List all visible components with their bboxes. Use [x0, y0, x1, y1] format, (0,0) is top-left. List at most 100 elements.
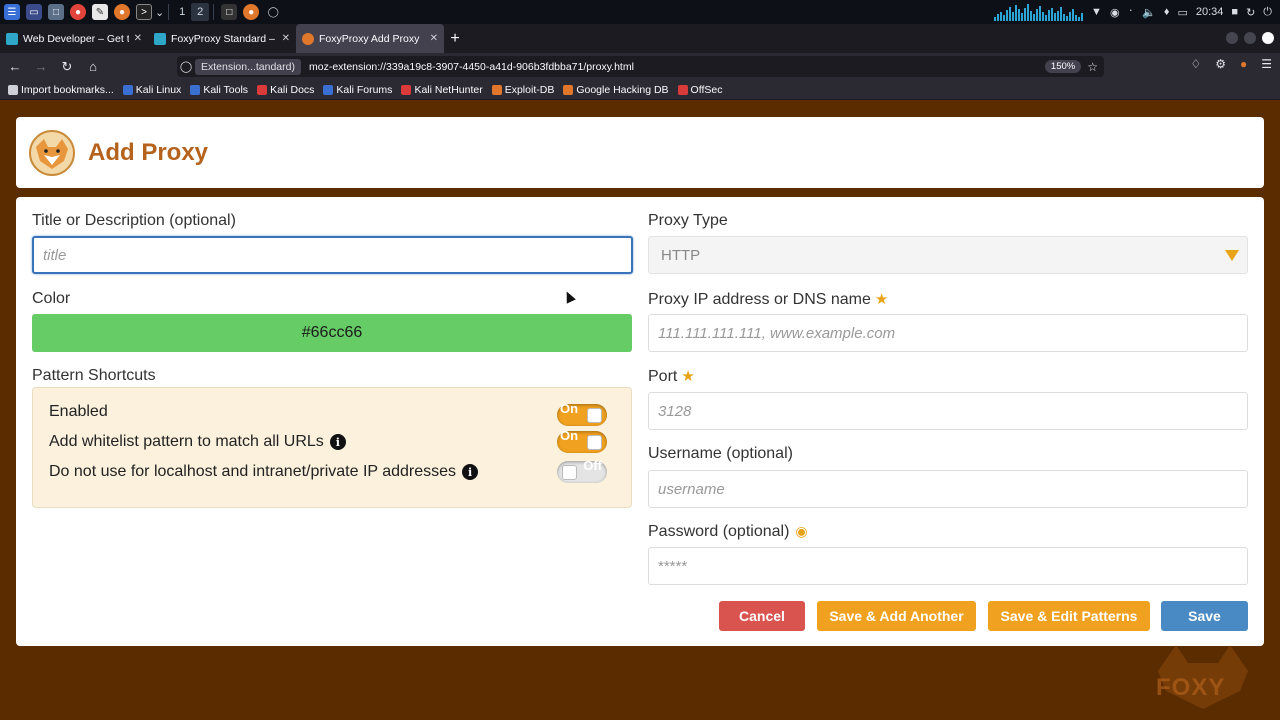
password-label: Password (optional) ◉ — [648, 523, 808, 541]
bookmark-item[interactable]: Exploit-DB — [491, 84, 554, 96]
cancel-button[interactable]: Cancel — [719, 601, 805, 631]
proxy-ip-input[interactable]: 111.111.111.111, www.example.com — [648, 314, 1248, 352]
proxy-ip-label: Proxy IP address or DNS name ★ — [648, 290, 888, 309]
vpn-icon[interactable]: ◉ — [1110, 6, 1120, 19]
cpu-graph — [994, 3, 1084, 21]
clock-app-icon[interactable]: ◯ — [265, 4, 281, 20]
username-input[interactable]: username — [648, 470, 1248, 508]
refresh-icon[interactable]: ↻ — [1246, 6, 1255, 19]
chrome-icon[interactable]: ● — [70, 4, 86, 20]
toggle-knob — [587, 435, 602, 450]
toggle-knob — [587, 408, 602, 423]
pattern-shortcuts-label: Pattern Shortcuts — [32, 367, 156, 384]
toggle-state-text: Off — [583, 458, 602, 473]
save-and-edit-patterns-button[interactable]: Save & Edit Patterns — [988, 601, 1150, 631]
bookmark-item[interactable]: Import bookmarks... — [8, 84, 114, 96]
proxy-type-select[interactable]: HTTP — [648, 236, 1248, 274]
bookmark-favicon-icon — [122, 84, 133, 95]
wifi-icon[interactable]: ▼ — [1091, 6, 1102, 18]
bookmark-label: Kali Docs — [270, 83, 315, 96]
zoom-level[interactable]: 150% — [1044, 60, 1082, 73]
bookmark-item[interactable]: Kali Forums — [323, 84, 392, 96]
save-button[interactable]: Save — [1161, 601, 1248, 631]
forward-arrow-icon[interactable]: → — [30, 56, 52, 78]
notification-bell-icon[interactable]: ♦ — [1164, 6, 1170, 18]
info-icon[interactable]: i — [462, 464, 479, 480]
extension-identity-chip[interactable]: Extension...tandard) — [195, 58, 301, 75]
proxy-type-label: Proxy Type — [648, 212, 728, 229]
battery-icon[interactable]: ▭ — [1177, 6, 1187, 19]
info-icon[interactable]: i — [329, 434, 346, 450]
shortcut-enabled-row: Enabled — [49, 403, 108, 421]
bookmark-item[interactable]: OffSec — [677, 84, 722, 96]
enabled-toggle[interactable]: On — [557, 401, 607, 426]
shield-icon[interactable]: ◯ — [177, 60, 195, 73]
tab-foxyproxy-add-proxy[interactable]: FoxyProxy Add Proxy ✕ — [296, 24, 444, 53]
port-label-text: Port — [648, 368, 678, 385]
password-input[interactable]: ***** — [648, 547, 1248, 585]
bookmark-item[interactable]: Kali Linux — [122, 84, 181, 96]
close-icon[interactable]: ✕ — [282, 33, 290, 44]
files-icon[interactable]: □ — [48, 4, 64, 20]
menu-icon[interactable]: ☰ — [1261, 57, 1272, 71]
workspace-2[interactable]: 2 — [191, 3, 210, 21]
tab-favicon-icon — [6, 32, 18, 45]
bookmark-item[interactable]: Kali NetHunter — [401, 84, 483, 96]
url-bar[interactable]: ◯ Extension...tandard) moz-extension://3… — [177, 56, 1104, 77]
bookmark-item[interactable]: Kali Tools — [190, 84, 248, 96]
extension-icon[interactable]: ⚙ — [1215, 57, 1226, 71]
maximize-button[interactable] — [1244, 32, 1256, 44]
lock-icon[interactable]: ■ — [1231, 6, 1238, 18]
bookmark-item[interactable]: Google Hacking DB — [563, 84, 669, 96]
tab-favicon-icon — [302, 32, 314, 45]
terminal-icon[interactable]: > — [136, 4, 152, 20]
bookmark-star-icon[interactable]: ☆ — [1087, 60, 1098, 74]
close-icon[interactable]: ✕ — [430, 33, 438, 44]
toggle-knob — [562, 465, 577, 480]
url-text[interactable]: moz-extension://339a19c8-3907-4450-a41d-… — [309, 61, 1045, 73]
new-tab-button[interactable]: + — [444, 28, 466, 50]
save-and-add-another-button[interactable]: Save & Add Another — [817, 601, 976, 631]
color-picker-field[interactable]: #66cc66 — [32, 314, 632, 352]
bookmark-item[interactable]: Kali Docs — [257, 84, 314, 96]
firefox-window-icon[interactable]: ● — [243, 4, 260, 20]
workspace-1[interactable]: 1 — [173, 3, 191, 21]
foxyproxy-watermark-text: FOXY — [1156, 674, 1226, 701]
tab-label: FoxyProxy Add Proxy — [319, 32, 420, 45]
whitelist-toggle[interactable]: On — [557, 428, 607, 453]
localhost-toggle[interactable]: Off — [557, 458, 607, 483]
foxyproxy-icon[interactable]: ● — [1240, 57, 1247, 71]
bookmark-favicon-icon — [190, 84, 201, 95]
bookmark-favicon-icon — [491, 84, 502, 95]
power-icon[interactable]: ⏻ — [1263, 6, 1272, 19]
title-input[interactable]: title — [32, 236, 633, 274]
chevron-down-icon[interactable]: ⌄ — [155, 6, 164, 19]
eye-icon[interactable]: ◉ — [795, 523, 807, 539]
pocket-icon[interactable]: ♢ — [1190, 57, 1201, 71]
minimize-button[interactable] — [1226, 32, 1238, 44]
home-icon[interactable]: ⌂ — [82, 56, 104, 78]
volume-icon[interactable]: 🔈 — [1142, 6, 1156, 19]
required-star-icon: ★ — [874, 291, 889, 308]
tab-favicon-icon — [154, 32, 166, 45]
editor-icon[interactable]: ✎ — [92, 4, 108, 20]
close-icon[interactable]: ✕ — [134, 33, 142, 44]
shortcut-whitelist-row: Add whitelist pattern to match all URLs … — [49, 433, 346, 451]
window-icon[interactable]: □ — [221, 4, 238, 20]
tab-foxyproxy-standard[interactable]: FoxyProxy Standard – Get ✕ — [148, 24, 296, 53]
bluetooth-icon[interactable]: ᛫ — [1128, 6, 1135, 18]
clock[interactable]: 20:34 — [1196, 6, 1224, 18]
browser-tab-bar: Web Developer – Get this ✕ FoxyProxy Sta… — [0, 24, 1280, 53]
kali-menu-icon[interactable]: ☰ — [4, 4, 20, 20]
tab-label: FoxyProxy Standard – Get — [171, 32, 277, 45]
reload-icon[interactable]: ↻ — [56, 56, 78, 78]
port-input[interactable]: 3128 — [648, 392, 1248, 430]
close-window-button[interactable] — [1262, 32, 1274, 44]
tab-web-developer[interactable]: Web Developer – Get this ✕ — [0, 24, 148, 53]
back-arrow-icon[interactable]: ← — [4, 56, 26, 78]
page-title: Add Proxy — [88, 138, 209, 166]
desktop-icon[interactable]: ▭ — [26, 4, 42, 20]
bookmark-favicon-icon — [677, 84, 688, 95]
firefox-icon[interactable]: ● — [114, 4, 130, 20]
toggle-state-text: On — [560, 401, 579, 416]
